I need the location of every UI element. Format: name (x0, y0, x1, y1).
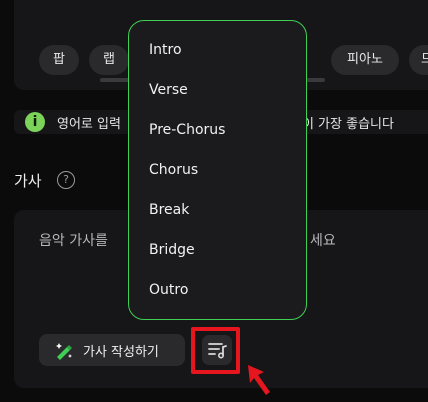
menu-item-outro[interactable]: Outro (149, 282, 188, 298)
genre-chip-pop[interactable]: 팝 (39, 45, 79, 75)
info-icon: i (25, 112, 45, 132)
song-structure-menu: Intro Verse Pre-Chorus Chorus Break Brid… (128, 20, 307, 320)
menu-item-chorus[interactable]: Chorus (149, 162, 198, 178)
menu-item-pre-chorus[interactable]: Pre-Chorus (149, 122, 225, 138)
menu-item-intro[interactable]: Intro (149, 42, 182, 58)
pointer-arrow-icon (248, 365, 270, 395)
help-icon[interactable]: ? (57, 171, 75, 189)
write-lyrics-button[interactable]: 가사 작성하기 (39, 334, 185, 366)
info-text-left: 영어로 입력 (57, 117, 121, 132)
lyrics-placeholder-right: 세요 (310, 233, 336, 249)
lyrics-placeholder-left: 음악 가사를 (39, 233, 108, 249)
highlight-box (191, 327, 240, 374)
menu-item-bridge[interactable]: Bridge (149, 242, 195, 258)
genre-chip-rap[interactable]: 랩 (89, 45, 129, 75)
magic-pen-icon (56, 343, 72, 360)
write-lyrics-label: 가사 작성하기 (83, 344, 159, 360)
menu-item-verse[interactable]: Verse (149, 82, 188, 98)
genre-chip-piano[interactable]: 피아노 (331, 45, 399, 75)
menu-item-break[interactable]: Break (149, 202, 189, 218)
lyrics-label: 가사 (14, 172, 42, 190)
